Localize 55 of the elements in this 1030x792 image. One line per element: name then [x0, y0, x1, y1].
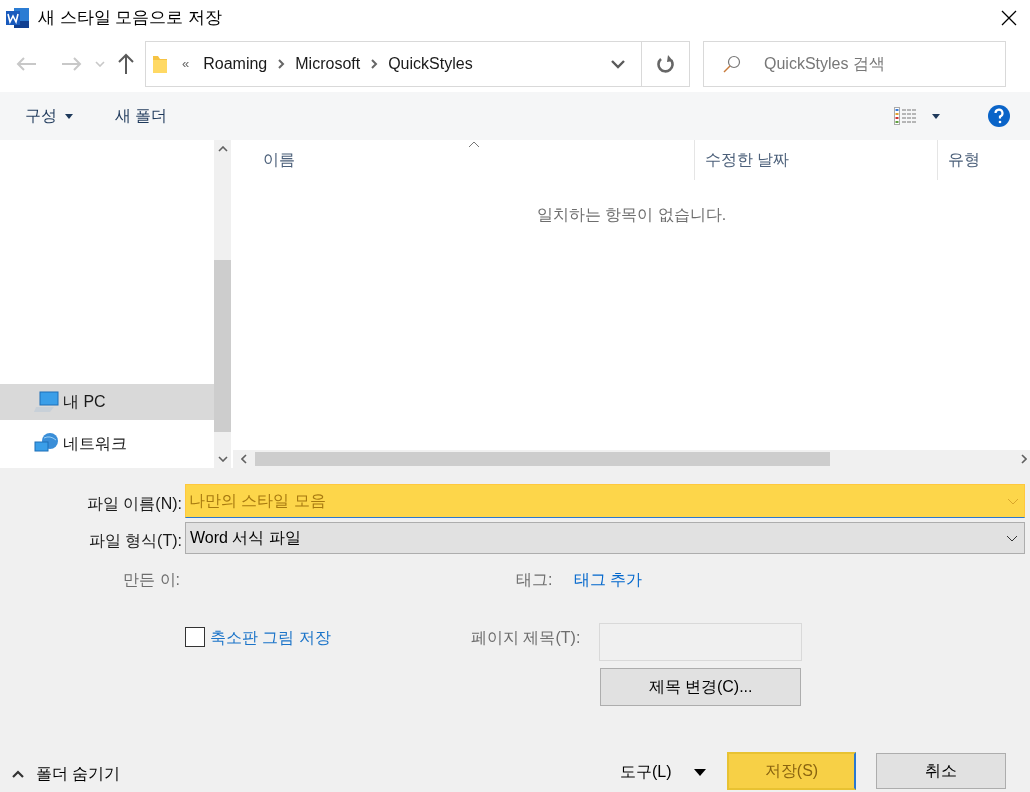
- folder-icon: [152, 54, 168, 74]
- field-label: 파일 형식(T):: [88, 531, 182, 551]
- chevron-right-icon[interactable]: [370, 59, 379, 69]
- search-field[interactable]: QuickStyles 검색: [703, 41, 1006, 87]
- chevron-right-icon[interactable]: [277, 59, 286, 69]
- search-icon: [723, 55, 741, 73]
- sidebar-item[interactable]: 네트워크: [0, 432, 214, 468]
- vertical-scrollbar[interactable]: [214, 140, 231, 468]
- column-header[interactable]: 이름: [233, 140, 695, 180]
- file-type-dropdown[interactable]: Word 서식 파일: [185, 522, 1025, 554]
- column-header[interactable]: 유형: [938, 140, 1030, 180]
- refresh-icon[interactable]: [656, 54, 675, 74]
- scrollbar-thumb[interactable]: [255, 452, 830, 466]
- scrollbar-thumb[interactable]: [214, 260, 231, 432]
- save-button[interactable]: 저장(S): [727, 752, 856, 790]
- up-arrow-icon[interactable]: [117, 53, 135, 75]
- column-header[interactable]: 수정한 날짜: [695, 140, 938, 180]
- dropdown-chevron-icon[interactable]: [1006, 534, 1018, 542]
- breadcrumb-item[interactable]: QuickStyles: [388, 52, 473, 76]
- word-app-icon: [6, 7, 30, 29]
- breadcrumb-overflow[interactable]: «: [182, 54, 190, 74]
- window-title: 새 스타일 모음으로 저장: [38, 7, 223, 30]
- field-label: 만든 이:: [123, 570, 180, 590]
- close-icon[interactable]: [1000, 9, 1018, 27]
- organize-menu-button[interactable]: 구성: [25, 104, 73, 128]
- field-label: 페이지 제목(T):: [471, 628, 581, 648]
- scroll-right-icon[interactable]: [1021, 454, 1027, 464]
- caret-icon: [65, 113, 73, 119]
- add-tag-link[interactable]: 태그 추가: [574, 568, 643, 592]
- dropdown-chevron-icon[interactable]: [611, 59, 625, 69]
- field-label: 태그:: [516, 570, 553, 590]
- scroll-left-icon[interactable]: [241, 454, 247, 464]
- scroll-up-icon[interactable]: [217, 146, 228, 152]
- details-view-icon[interactable]: [894, 107, 916, 125]
- network-icon: [34, 432, 60, 454]
- computer-icon: [34, 391, 60, 413]
- cancel-button[interactable]: 취소: [876, 753, 1006, 789]
- chevron-up-icon: [12, 770, 24, 778]
- thumbnail-checkbox[interactable]: [185, 627, 205, 647]
- horizontal-scrollbar[interactable]: [233, 450, 1030, 468]
- tools-menu-button[interactable]: 도구(L): [620, 760, 706, 784]
- help-icon[interactable]: [988, 105, 1010, 127]
- scroll-down-icon[interactable]: [217, 456, 228, 462]
- view-dropdown-icon[interactable]: [932, 113, 940, 119]
- change-title-button[interactable]: 제목 변경(C)...: [600, 668, 801, 706]
- empty-message: 일치하는 항목이 없습니다.: [536, 205, 727, 225]
- hide-folders-button[interactable]: 폴더 숨기기: [12, 762, 121, 786]
- new-folder-button[interactable]: 새 폴더: [115, 104, 168, 128]
- caret-icon: [693, 768, 706, 776]
- field-label: 파일 이름(N):: [86, 494, 182, 514]
- breadcrumb-item[interactable]: Microsoft: [295, 52, 361, 76]
- checkbox-label[interactable]: 축소판 그림 저장: [210, 626, 331, 650]
- address-bar[interactable]: « Roaming Microsoft QuickStyles: [145, 41, 690, 87]
- sidebar-item[interactable]: 내 PC: [0, 384, 214, 420]
- breadcrumb-item[interactable]: Roaming: [203, 52, 268, 76]
